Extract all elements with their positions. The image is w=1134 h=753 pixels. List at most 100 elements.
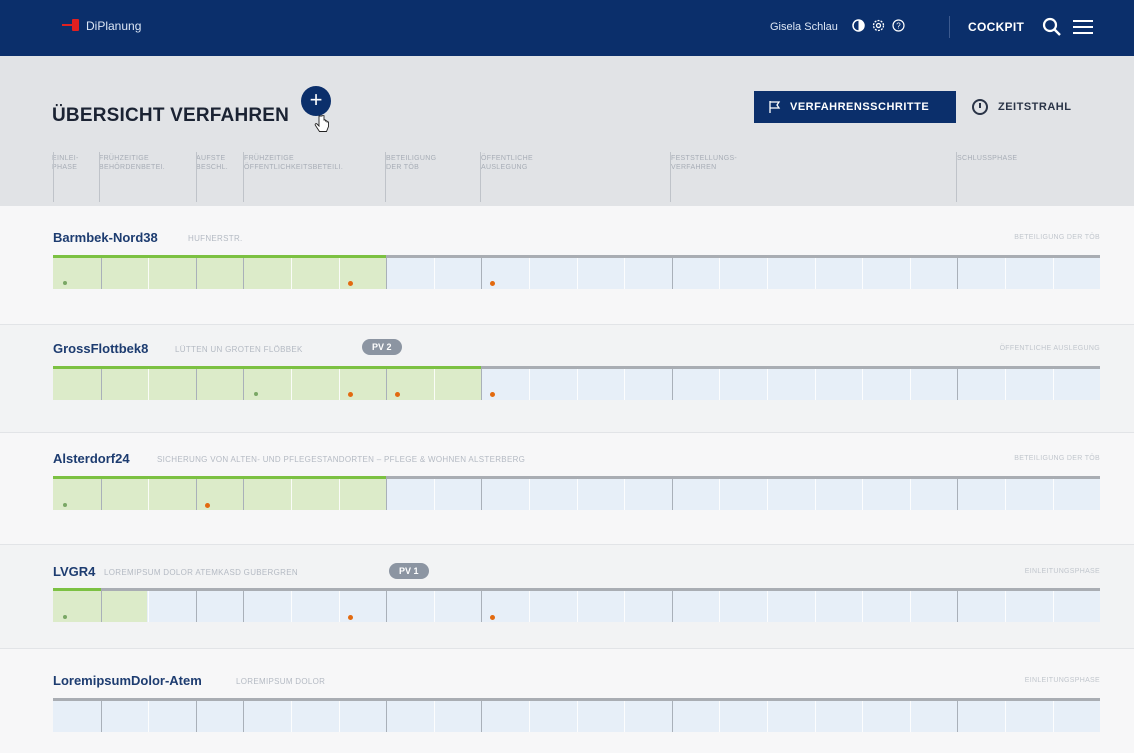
progress-bar	[53, 255, 386, 258]
grid-cell-line	[1053, 701, 1054, 732]
procedure-subtitle: HUFNERSTR.	[188, 234, 243, 243]
grid-cell-line	[1053, 369, 1054, 400]
milestone-marker[interactable]	[348, 615, 353, 620]
procedure-timeline-track[interactable]	[53, 255, 1100, 289]
procedure-name[interactable]: LoremipsumDolor-Atem	[53, 673, 202, 688]
grid-cell-line	[148, 591, 149, 622]
procedure-row-lvgr4[interactable]: LVGR4 LOREMIPSUM DOLOR ATEMKASD GUBERGRE…	[0, 545, 1134, 663]
phase-marker-line	[101, 479, 102, 510]
grid-cell-line	[719, 258, 720, 289]
milestone-marker[interactable]	[490, 392, 495, 397]
procedure-timeline-track[interactable]	[53, 588, 1100, 622]
procedure-steps-button[interactable]: VERFAHRENSSCHRITTE	[754, 91, 956, 123]
procedure-timeline-track[interactable]	[53, 366, 1100, 400]
phase-marker-line	[957, 479, 958, 510]
completed-phase-fill	[53, 258, 386, 289]
procedure-name[interactable]: Alsterdorf24	[53, 451, 130, 466]
procedure-row-barmbek-nord38[interactable]: Barmbek-Nord38 HUFNERSTR. BETEILIGUNG DE…	[0, 206, 1134, 324]
phase-divider	[670, 152, 671, 202]
app-logo[interactable]: DiPlanung	[62, 18, 141, 34]
phase-marker-line	[481, 258, 482, 289]
contrast-icon[interactable]	[851, 18, 865, 32]
milestone-marker[interactable]	[348, 392, 353, 397]
procedure-subtitle: LÜTTEN UN GROTEN FLÖBBEK	[175, 345, 303, 354]
pv-badge: PV 2	[362, 339, 402, 355]
phase-header-einleitung: EINLEI- PHASE	[52, 155, 79, 171]
grid-cell-line	[291, 369, 292, 400]
phase-marker-line	[386, 258, 387, 289]
phase-header-feststellungsverfahren: FESTSTELLUNGS- VERFAHREN	[671, 155, 738, 171]
current-phase-label: ÖFFENTLICHE AUSLEGUNG	[999, 345, 1100, 352]
hand-cursor-icon	[314, 114, 330, 135]
completed-phase-fill	[53, 479, 386, 510]
grid-cell-line	[815, 479, 816, 510]
phase-marker-line	[672, 479, 673, 510]
grid-cell-line	[577, 479, 578, 510]
phase-marker-line	[196, 591, 197, 622]
grid-cell-line	[910, 479, 911, 510]
grid-cell-line	[624, 701, 625, 732]
grid-cell-line	[910, 701, 911, 732]
phase-marker-line	[243, 591, 244, 622]
hamburger-menu-icon[interactable]	[1073, 20, 1093, 34]
phase-marker-line	[672, 591, 673, 622]
grid-cell-line	[815, 258, 816, 289]
grid-cell-line	[624, 591, 625, 622]
procedure-timeline-track[interactable]	[53, 476, 1100, 510]
user-name[interactable]: Gisela Schlau	[770, 21, 838, 33]
procedure-timeline-track[interactable]	[53, 698, 1100, 732]
phase-marker-line	[672, 369, 673, 400]
cockpit-link[interactable]: COCKPIT	[968, 20, 1024, 34]
grid-cell-line	[862, 591, 863, 622]
grid-cell-line	[1005, 369, 1006, 400]
grid-cell-line	[624, 369, 625, 400]
grid-cell-line	[815, 369, 816, 400]
milestone-marker[interactable]	[490, 281, 495, 286]
phase-divider	[53, 152, 54, 202]
milestone-marker[interactable]	[205, 503, 210, 508]
settings-icon[interactable]	[871, 18, 885, 32]
grid-cell-line	[910, 369, 911, 400]
phase-marker-line	[386, 591, 387, 622]
grid-cell-line	[291, 591, 292, 622]
grid-cell-line	[767, 591, 768, 622]
grid-cell-line	[577, 701, 578, 732]
milestone-marker[interactable]	[348, 281, 353, 286]
phase-marker-line	[957, 369, 958, 400]
procedure-row-grossflottbek8[interactable]: GrossFlottbek8 LÜTTEN UN GROTEN FLÖBBEK …	[0, 325, 1134, 443]
timeline-button[interactable]: ZEITSTRAHL	[972, 94, 1071, 120]
milestone-marker[interactable]	[490, 615, 495, 620]
clock-icon	[972, 99, 988, 115]
grid-cell-line	[1053, 591, 1054, 622]
grid-cell-line	[291, 258, 292, 289]
grid-cell-line	[434, 369, 435, 400]
progress-bar	[53, 366, 481, 369]
phase-divider	[480, 152, 481, 202]
phase-marker-line	[957, 701, 958, 732]
grid-cell-line	[577, 591, 578, 622]
procedure-name[interactable]: LVGR4	[53, 564, 95, 579]
page-title: ÜBERSICHT VERFAHREN	[52, 105, 290, 126]
procedure-subtitle: SICHERUNG VON ALTEN- UND PFLEGESTANDORTE…	[157, 455, 526, 464]
grid-cell-line	[767, 479, 768, 510]
grid-cell-line	[339, 258, 340, 289]
grid-cell-line	[862, 479, 863, 510]
phase-marker-line	[243, 369, 244, 400]
procedure-name[interactable]: Barmbek-Nord38	[53, 230, 158, 245]
search-icon[interactable]	[1042, 17, 1062, 37]
procedure-row-loremipsumdolor-atem[interactable]: LoremipsumDolor-Atem LOREMIPSUM DOLOR EI…	[0, 649, 1134, 753]
grid-cell-line	[719, 701, 720, 732]
phase-marker-line	[481, 591, 482, 622]
grid-cell-line	[767, 701, 768, 732]
procedure-row-alsterdorf24[interactable]: Alsterdorf24 SICHERUNG VON ALTEN- UND PF…	[0, 433, 1134, 551]
phase-marker-line	[101, 591, 102, 622]
milestone-marker[interactable]	[395, 392, 400, 397]
procedure-steps-label: VERFAHRENSSCHRITTE	[790, 101, 930, 113]
procedure-name[interactable]: GrossFlottbek8	[53, 341, 148, 356]
grid-cell-line	[1005, 479, 1006, 510]
help-icon[interactable]: ?	[891, 18, 905, 32]
add-procedure-button[interactable]: +	[301, 86, 331, 116]
grid-cell-line	[910, 258, 911, 289]
grid-cell-line	[434, 479, 435, 510]
phase-marker-line	[672, 701, 673, 732]
